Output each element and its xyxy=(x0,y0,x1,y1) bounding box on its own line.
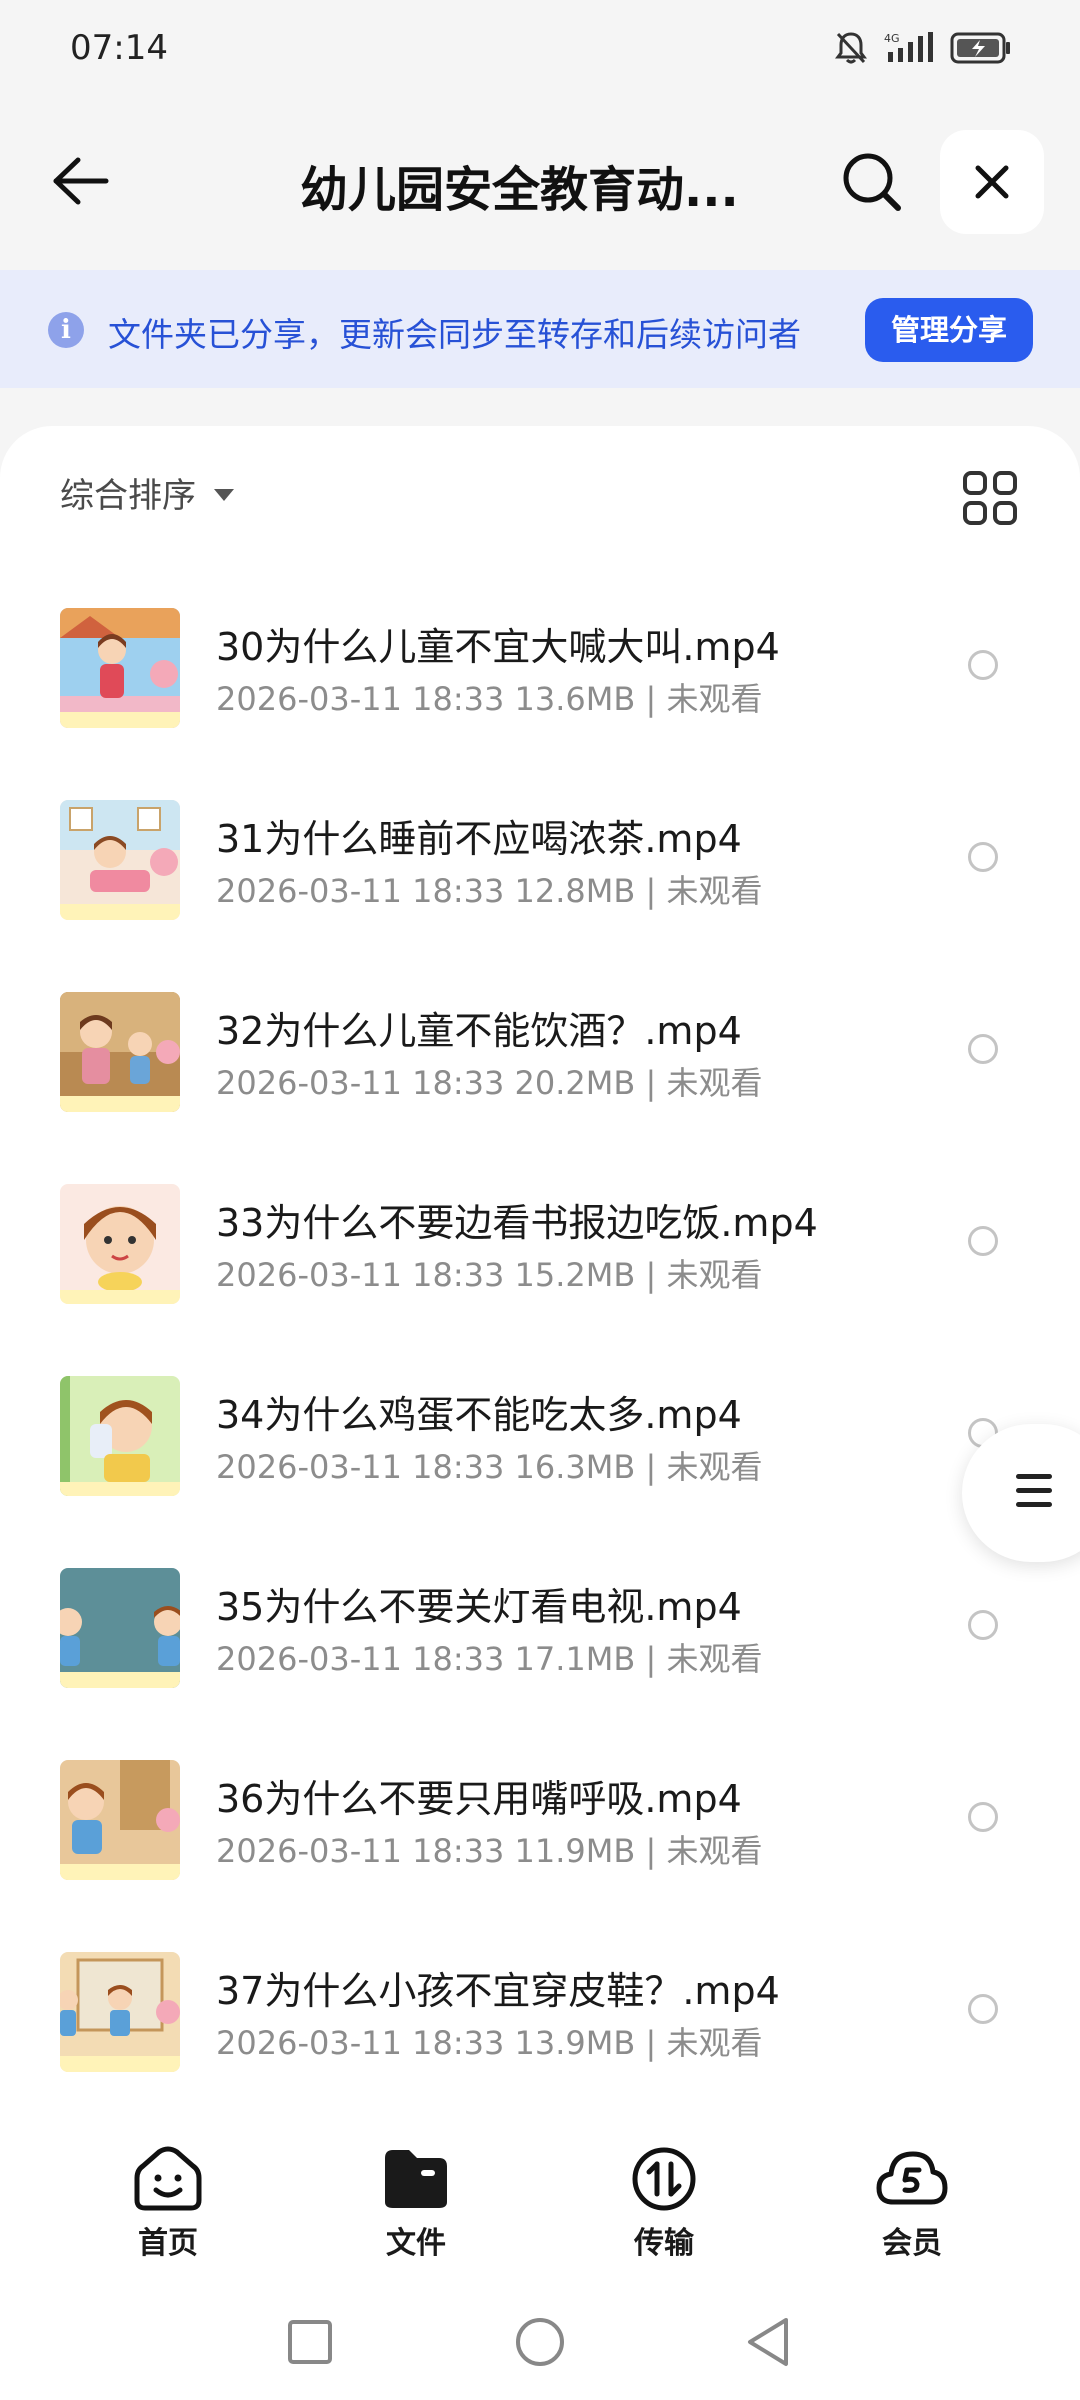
top-bar: 幼儿园安全教育动... xyxy=(0,110,1080,250)
transfer-icon xyxy=(632,2147,696,2211)
select-checkbox[interactable] xyxy=(968,842,998,872)
file-meta: 2026-03-11 18:33 16.3MB | 未观看 xyxy=(216,1448,763,1486)
manage-share-button[interactable]: 管理分享 xyxy=(865,298,1033,362)
nav-back-button[interactable] xyxy=(740,2314,796,2370)
select-checkbox[interactable] xyxy=(968,1802,998,1832)
file-meta: 2026-03-11 18:33 13.6MB | 未观看 xyxy=(216,680,763,718)
video-thumbnail xyxy=(60,800,180,920)
triangle-back-icon xyxy=(748,2318,788,2366)
file-name: 30为什么儿童不宜大喊大叫.mp4 xyxy=(216,625,780,669)
search-icon xyxy=(843,153,901,211)
share-banner-text: 文件夹已分享，更新会同步至转存和后续访问者 xyxy=(108,315,801,354)
tab-home[interactable]: 首页 xyxy=(88,2146,248,2262)
tab-transfer[interactable]: 传输 xyxy=(584,2146,744,2262)
file-row[interactable]: 32为什么儿童不能饮酒？.mp4 2026-03-11 18:33 20.2MB… xyxy=(0,970,1080,1162)
select-checkbox[interactable] xyxy=(968,1994,998,2024)
sort-dropdown[interactable]: 综合排序 xyxy=(60,468,234,517)
file-list: 30为什么儿童不宜大喊大叫.mp4 2026-03-11 18:33 13.6M… xyxy=(0,586,1080,2122)
tab-files[interactable]: 文件 xyxy=(336,2146,496,2262)
file-row[interactable]: 35为什么不要关灯看电视.mp4 2026-03-11 18:33 17.1MB… xyxy=(0,1546,1080,1738)
file-name: 31为什么睡前不应喝浓茶.mp4 xyxy=(216,817,742,861)
caret-down-icon xyxy=(214,488,234,501)
signal-icon: 4G xyxy=(884,30,934,66)
info-icon: i xyxy=(48,312,84,348)
system-nav-bar xyxy=(0,2276,1080,2400)
smiley-box-icon xyxy=(134,2146,202,2211)
battery-icon xyxy=(950,31,1012,65)
video-thumbnail xyxy=(60,1376,180,1496)
video-thumbnail xyxy=(60,1184,180,1304)
grid-icon xyxy=(963,471,1017,525)
file-meta: 2026-03-11 18:33 15.2MB | 未观看 xyxy=(216,1256,763,1294)
back-button[interactable] xyxy=(44,145,116,217)
file-panel: 综合排序 30为什么儿童不宜大喊大叫.mp4 2026-03-11 18:33 … xyxy=(0,426,1080,2126)
grid-view-button[interactable] xyxy=(962,470,1018,526)
file-meta: 2026-03-11 18:33 20.2MB | 未观看 xyxy=(216,1064,763,1102)
page-title: 幼儿园安全教育动... xyxy=(300,162,739,218)
share-banner: i 文件夹已分享，更新会同步至转存和后续访问者 管理分享 xyxy=(0,270,1080,388)
video-thumbnail xyxy=(60,1760,180,1880)
file-meta: 2026-03-11 18:33 12.8MB | 未观看 xyxy=(216,872,763,910)
tab-vip[interactable]: 会员 xyxy=(832,2146,992,2262)
home-button[interactable] xyxy=(512,2314,568,2370)
video-thumbnail xyxy=(60,992,180,1112)
file-name: 35为什么不要关灯看电视.mp4 xyxy=(216,1585,742,1629)
file-row[interactable]: 33为什么不要边看书报边吃饭.mp4 2026-03-11 18:33 15.2… xyxy=(0,1162,1080,1354)
close-button[interactable] xyxy=(940,130,1044,234)
select-checkbox[interactable] xyxy=(968,1610,998,1640)
file-name: 34为什么鸡蛋不能吃太多.mp4 xyxy=(216,1393,742,1437)
file-row[interactable]: 34为什么鸡蛋不能吃太多.mp4 2026-03-11 18:33 16.3MB… xyxy=(0,1354,1080,1546)
file-meta: 2026-03-11 18:33 11.9MB | 未观看 xyxy=(216,1832,763,1870)
bottom-tab-bar: 首页 文件 传输 会员 xyxy=(0,2126,1080,2276)
video-thumbnail xyxy=(60,1952,180,2072)
file-meta: 2026-03-11 18:33 17.1MB | 未观看 xyxy=(216,1640,763,1678)
file-row[interactable]: 37为什么小孩不宜穿皮鞋？.mp4 2026-03-11 18:33 13.9M… xyxy=(0,1930,1080,2122)
cloud-vip-icon xyxy=(876,2151,948,2205)
menu-icon xyxy=(1016,1474,1052,1516)
file-name: 36为什么不要只用嘴呼吸.mp4 xyxy=(216,1777,742,1821)
file-name: 37为什么小孩不宜穿皮鞋？.mp4 xyxy=(216,1969,780,2013)
recent-apps-button[interactable] xyxy=(282,2314,338,2370)
back-arrow-icon xyxy=(53,157,109,205)
video-thumbnail xyxy=(60,1568,180,1688)
file-name: 33为什么不要边看书报边吃饭.mp4 xyxy=(216,1201,818,1245)
circle-icon xyxy=(516,2318,564,2366)
tab-files-label: 文件 xyxy=(386,2226,446,2261)
file-row[interactable]: 31为什么睡前不应喝浓茶.mp4 2026-03-11 18:33 12.8MB… xyxy=(0,778,1080,970)
tab-home-label: 首页 xyxy=(138,2226,198,2261)
search-button[interactable] xyxy=(836,146,908,218)
file-meta: 2026-03-11 18:33 13.9MB | 未观看 xyxy=(216,2024,763,2062)
status-icons: 4G xyxy=(834,30,1012,66)
file-row[interactable]: 36为什么不要只用嘴呼吸.mp4 2026-03-11 18:33 11.9MB… xyxy=(0,1738,1080,1930)
tab-transfer-label: 传输 xyxy=(634,2226,694,2261)
square-icon xyxy=(288,2320,332,2364)
network-type: 4G xyxy=(884,32,900,45)
file-row[interactable]: 30为什么儿童不宜大喊大叫.mp4 2026-03-11 18:33 13.6M… xyxy=(0,586,1080,778)
status-bar: 07:14 4G xyxy=(0,0,1080,100)
mute-bell-icon xyxy=(834,30,868,66)
file-name: 32为什么儿童不能饮酒？.mp4 xyxy=(216,1009,742,1053)
select-checkbox[interactable] xyxy=(968,1226,998,1256)
tab-vip-label: 会员 xyxy=(882,2226,942,2261)
select-checkbox[interactable] xyxy=(968,1034,998,1064)
close-icon xyxy=(975,165,1009,199)
select-checkbox[interactable] xyxy=(968,650,998,680)
video-thumbnail xyxy=(60,608,180,728)
status-time: 07:14 xyxy=(70,28,168,68)
folder-icon xyxy=(385,2150,447,2208)
sort-label: 综合排序 xyxy=(60,476,196,516)
